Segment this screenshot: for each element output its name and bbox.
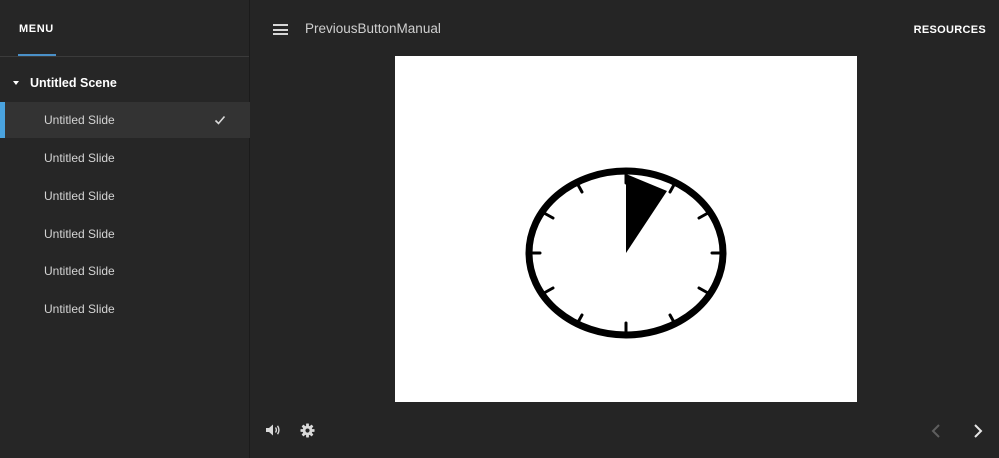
scene-title: Untitled Scene: [30, 76, 117, 90]
volume-icon[interactable]: [265, 423, 281, 437]
slide-item-label: Untitled Slide: [44, 264, 115, 279]
slide-item[interactable]: Untitled Slide: [0, 177, 250, 215]
slide-item[interactable]: Untitled Slide: [0, 290, 250, 328]
slide-item-label: Untitled Slide: [44, 226, 115, 241]
menu-tab[interactable]: MENU: [19, 23, 54, 35]
caret-down-icon: [13, 81, 19, 85]
slide-item-label: Untitled Slide: [44, 301, 115, 316]
sidebar: MENU Untitled Scene Untitled Slide Untit…: [0, 0, 250, 458]
player-window: MENU Untitled Scene Untitled Slide Untit…: [0, 0, 999, 458]
slide-item-label: Untitled Slide: [44, 113, 115, 127]
slide-item-label: Untitled Slide: [44, 151, 115, 166]
slide-stage: [395, 56, 857, 402]
gear-icon[interactable]: [300, 423, 315, 438]
slide-list: Untitled Slide Untitled Slide Untitled S…: [0, 102, 250, 328]
slide-item[interactable]: Untitled Slide: [0, 215, 250, 253]
slide-item[interactable]: Untitled Slide: [0, 252, 250, 290]
menu-tab-indicator: [18, 54, 56, 56]
course-title: PreviousButtonManual: [305, 21, 441, 36]
slide-item[interactable]: Untitled Slide: [0, 140, 250, 178]
slide-item[interactable]: Untitled Slide: [0, 102, 250, 138]
sidebar-header: MENU: [0, 0, 249, 57]
slide-item-label: Untitled Slide: [44, 188, 115, 203]
check-icon: [214, 115, 226, 125]
timer-elapsed-wedge: [626, 174, 667, 253]
chevron-left-icon[interactable]: [929, 423, 943, 439]
chevron-right-icon[interactable]: [971, 423, 985, 439]
scene-toggle[interactable]: Untitled Scene: [0, 66, 250, 100]
timer-face: [525, 167, 727, 339]
resources-button[interactable]: RESOURCES: [914, 24, 986, 36]
timer-graphic: [525, 167, 727, 339]
hamburger-icon[interactable]: [273, 24, 288, 35]
